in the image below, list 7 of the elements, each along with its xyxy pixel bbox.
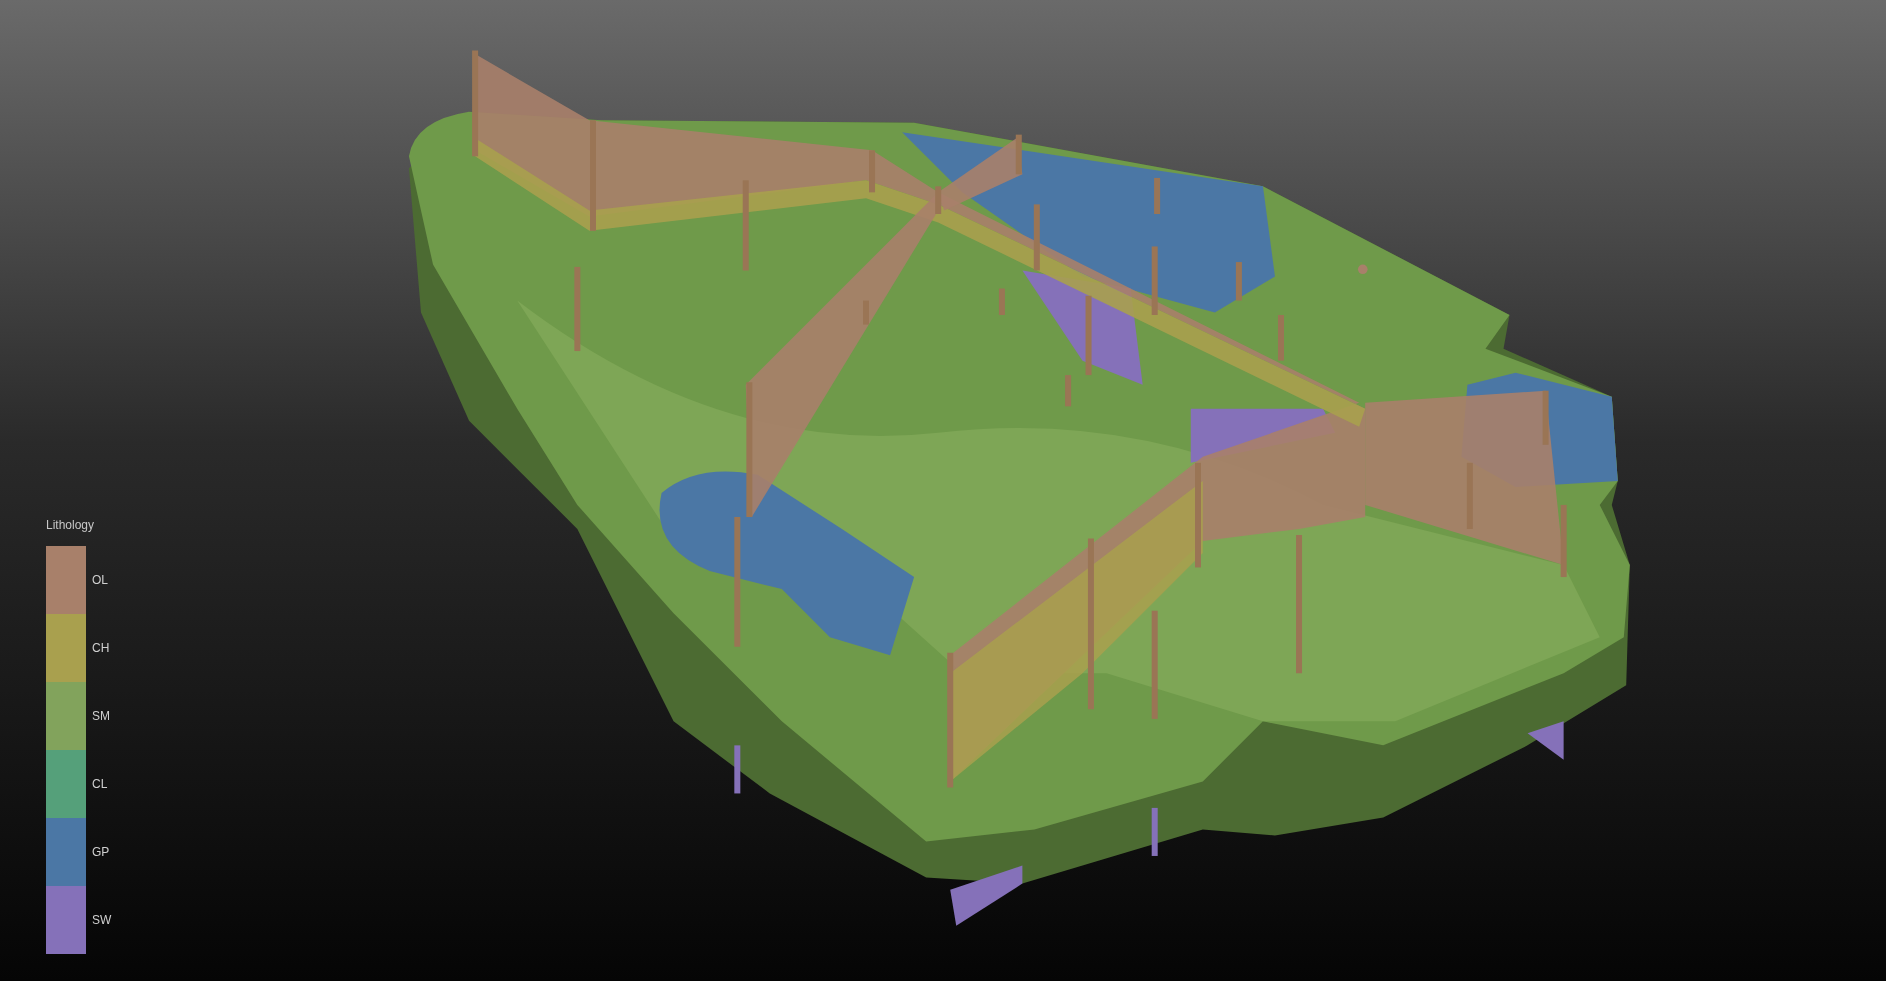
legend-label: SW [92,912,112,929]
legend-label: SM [92,708,110,725]
legend-title: Lithology [46,517,96,534]
legend-label: CL [92,776,108,793]
legend-label: GP [92,844,110,861]
legend-label: OL [92,572,108,589]
legend-label: CH [92,640,110,657]
